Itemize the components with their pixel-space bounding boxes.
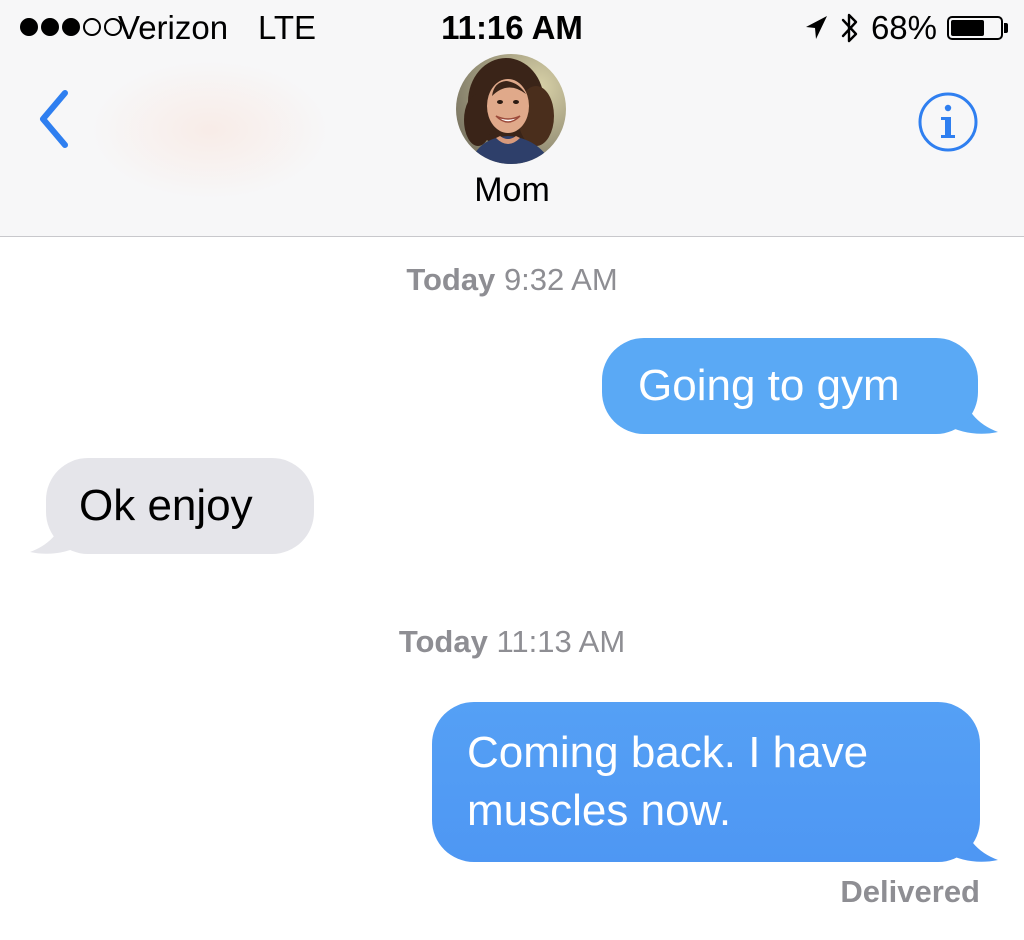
avatar-photo	[456, 54, 566, 164]
info-circle-icon	[918, 92, 978, 152]
battery-tip	[1004, 23, 1008, 33]
sent-message[interactable]: Going to gym	[602, 338, 998, 434]
status-bar: Verizon LTE 11:16 AM 68%	[0, 0, 1024, 56]
timestamp-time: 9:32 AM	[503, 262, 618, 297]
timestamp-day: Today	[398, 624, 488, 659]
message-timestamp: Today 9:32 AM	[0, 262, 1024, 298]
battery-icon	[947, 16, 1008, 40]
message-text: Going to gym	[638, 361, 900, 410]
battery-outline	[947, 16, 1003, 40]
contact-name[interactable]: Mom	[0, 170, 1024, 210]
message-text-line: muscles now.	[467, 786, 732, 835]
timestamp-day: Today	[406, 262, 496, 297]
chevron-left-icon	[40, 90, 68, 148]
conversation-header: Verizon LTE 11:16 AM 68% Mom	[0, 0, 1024, 237]
message-text: Ok enjoy	[79, 481, 253, 530]
message-text-line: Coming back. I have	[467, 728, 869, 777]
back-button[interactable]	[28, 84, 78, 154]
message-bubble: Ok enjoy	[46, 458, 314, 554]
battery-fill	[951, 20, 984, 36]
message-bubble: Going to gym	[602, 338, 978, 434]
location-arrow-icon	[805, 16, 827, 39]
timestamp-time: 11:13 AM	[496, 624, 626, 659]
bluetooth-icon	[841, 13, 858, 43]
delivery-status: Delivered	[840, 874, 980, 909]
received-message[interactable]: Ok enjoy	[30, 458, 314, 554]
messages-screen: Verizon LTE 11:16 AM 68% Mom Today 9:32 …	[0, 0, 1024, 940]
message-bubble: Coming back. I have muscles now.	[432, 702, 980, 862]
contact-avatar[interactable]	[456, 54, 566, 164]
message-timestamp: Today 11:13 AM	[0, 624, 1024, 660]
info-button[interactable]	[916, 90, 980, 154]
status-right-group: 68%	[803, 8, 1008, 48]
battery-percentage: 68%	[870, 9, 937, 46]
sent-message[interactable]: Coming back. I have muscles now.	[432, 702, 998, 862]
